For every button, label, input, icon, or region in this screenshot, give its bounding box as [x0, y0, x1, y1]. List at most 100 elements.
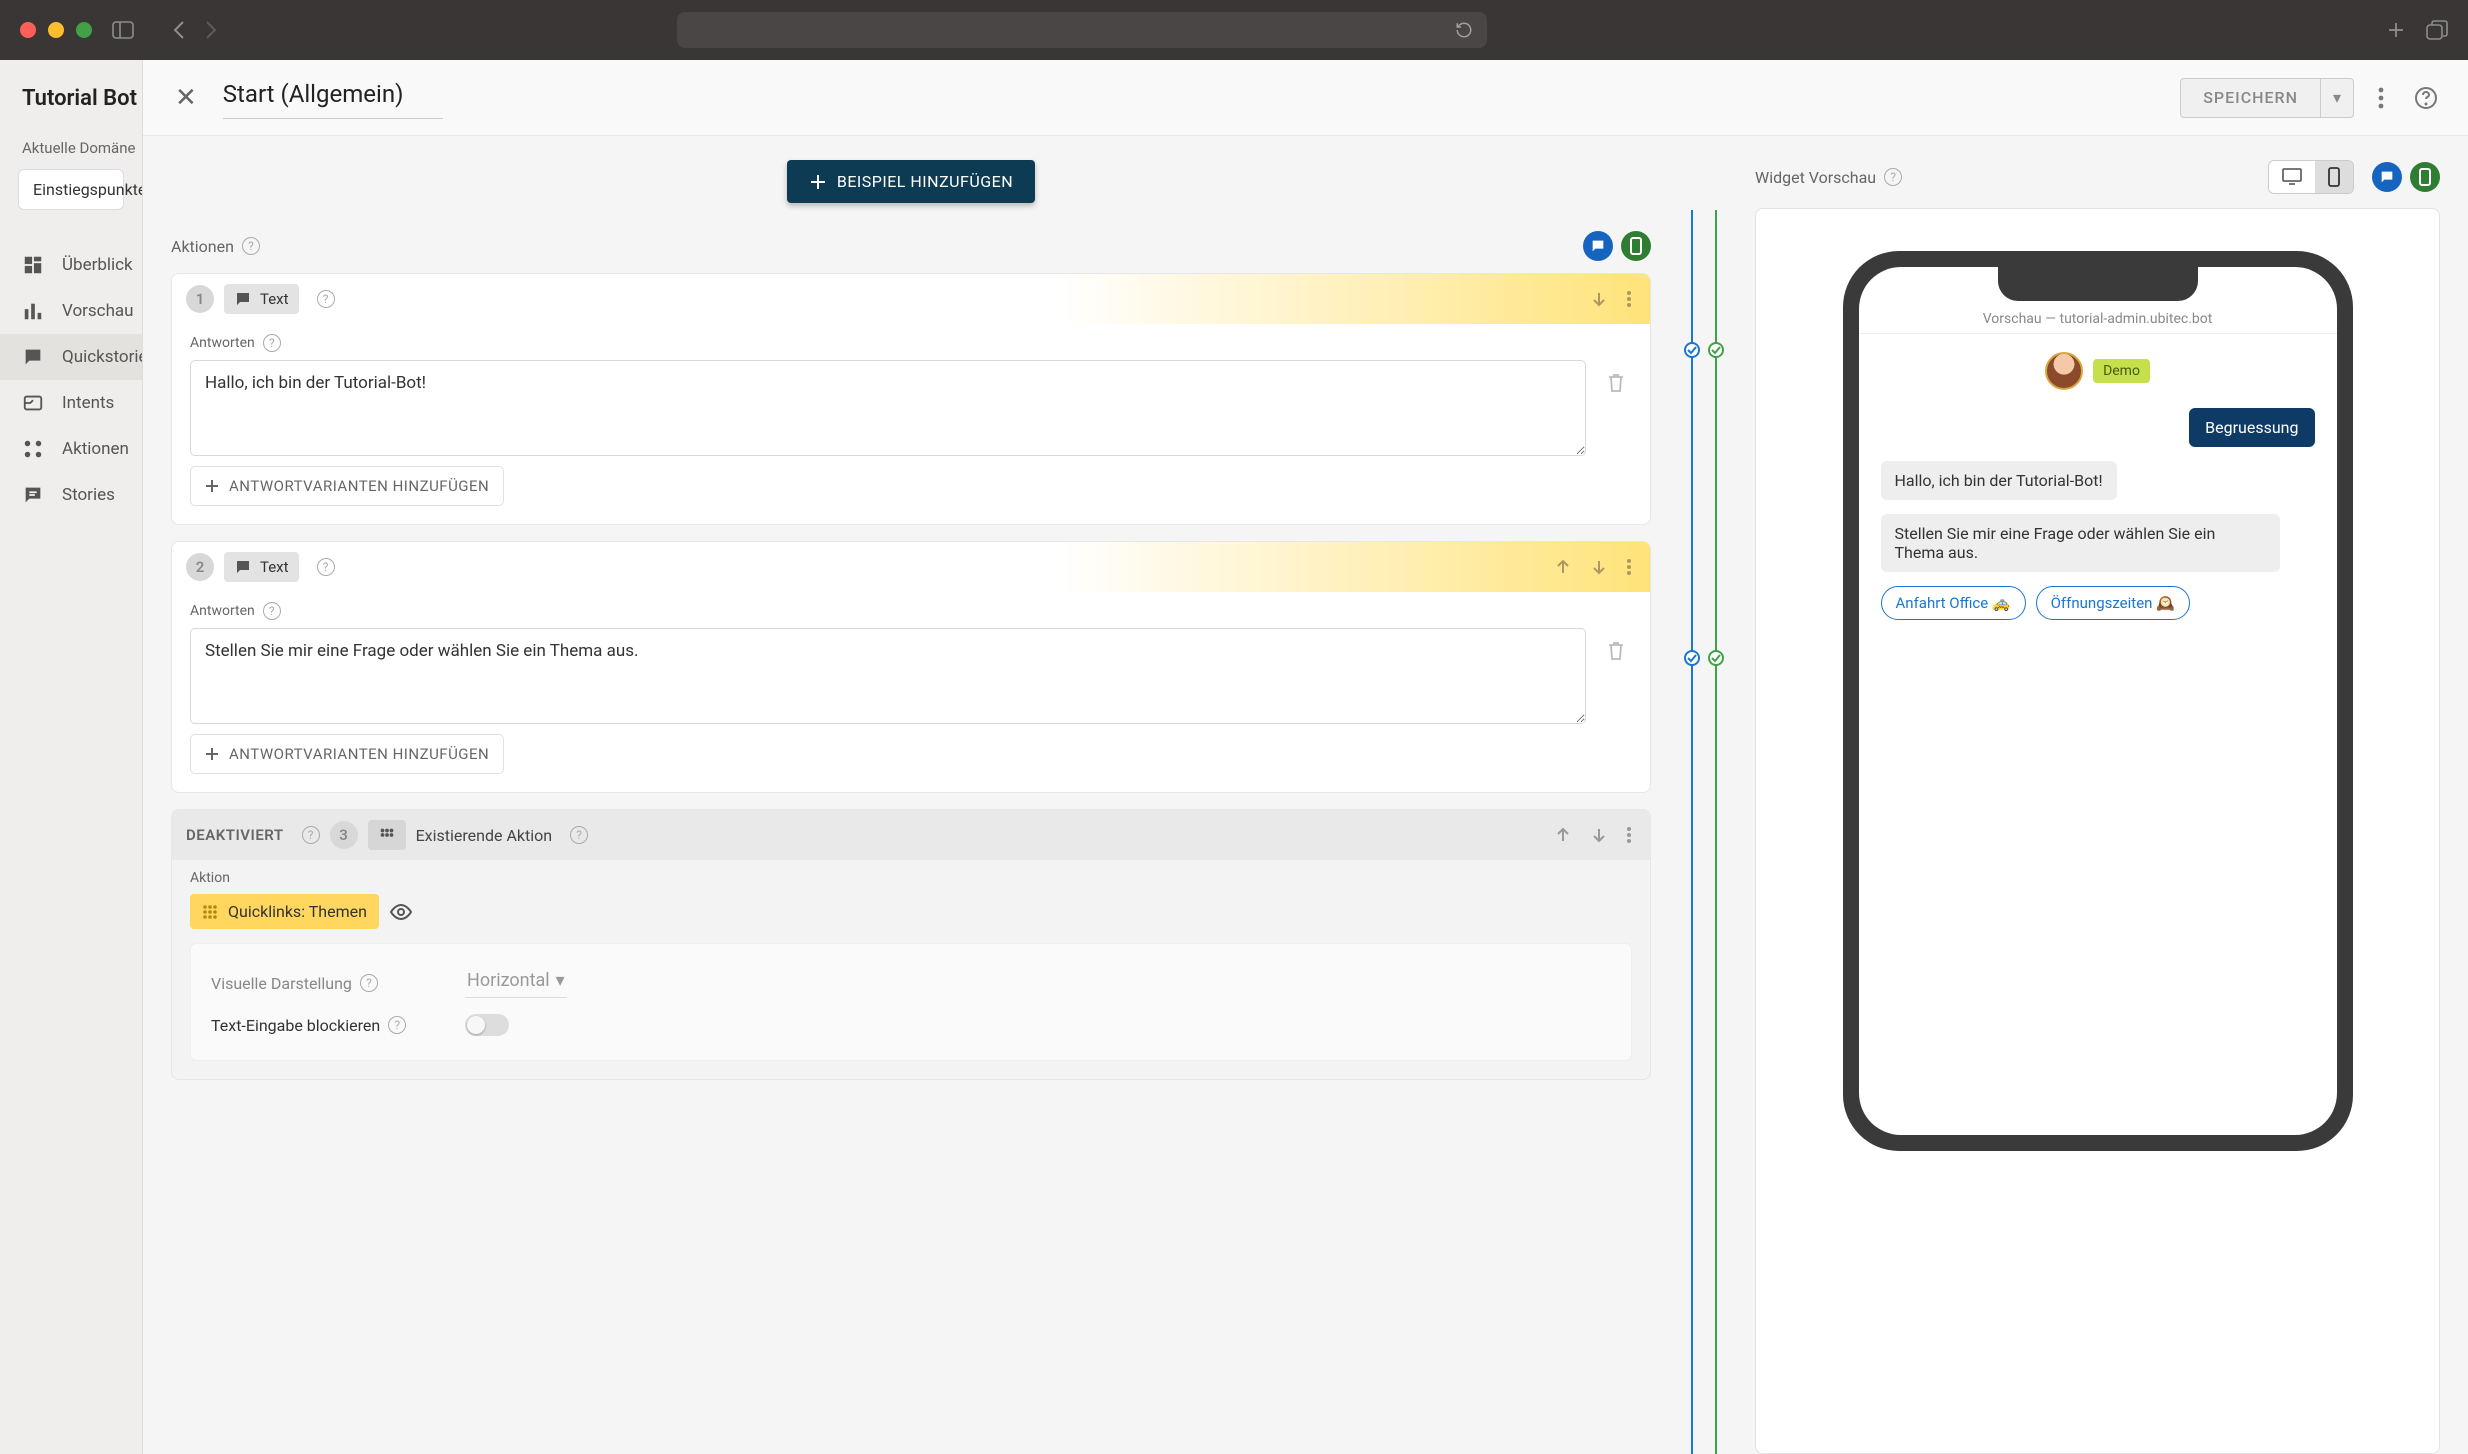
sidebar-label: Überblick [62, 255, 133, 275]
phone-notch [1998, 267, 2198, 301]
channel-chat-icon[interactable] [2372, 162, 2402, 192]
more-menu-icon[interactable] [2372, 81, 2390, 115]
sidebar-label: Intents [62, 393, 114, 413]
layout-dropdown[interactable]: Horizontal ▾ [465, 968, 567, 998]
mobile-view-button[interactable] [2315, 161, 2353, 193]
close-editor-button[interactable]: ✕ [167, 79, 205, 117]
sidebar-item-preview[interactable]: Vorschau [0, 288, 142, 334]
tabs-icon[interactable] [2426, 20, 2448, 40]
window-close[interactable] [20, 22, 36, 38]
move-down-icon[interactable] [1586, 554, 1612, 580]
entrypoints-pill[interactable]: Einstiegspunkte [18, 169, 124, 210]
move-down-icon[interactable] [1586, 286, 1612, 312]
app-sidebar: Tutorial Bot Aktuelle Domäne Einstiegspu… [0, 60, 143, 1454]
step-number: 3 [330, 821, 358, 849]
new-tab-icon[interactable] [2386, 20, 2406, 40]
text-icon [234, 290, 252, 308]
back-button[interactable] [172, 20, 186, 40]
visibility-icon[interactable] [389, 903, 413, 921]
action-type-chip[interactable] [368, 820, 406, 850]
quick-reply-anfahrt[interactable]: Anfahrt Office 🚕 [1881, 586, 2026, 620]
delete-answer-icon[interactable] [1600, 634, 1632, 668]
action-type-chip[interactable]: Text [224, 552, 299, 582]
channel-phone-icon[interactable] [2410, 162, 2440, 192]
bot-title: Tutorial Bot [0, 72, 142, 131]
move-up-icon[interactable] [1550, 554, 1576, 580]
add-example-button[interactable]: BEISPIEL HINZUFÜGEN [787, 160, 1035, 203]
help-icon[interactable]: ? [317, 558, 335, 576]
sidebar-label: Stories [62, 485, 115, 505]
quickstories-icon [22, 346, 44, 368]
help-icon[interactable]: ? [263, 602, 281, 620]
save-label: SPEICHERN [2181, 88, 2320, 107]
chart-icon [22, 300, 44, 322]
answer-textarea-2[interactable] [190, 628, 1586, 724]
channel-phone-icon[interactable] [1621, 231, 1651, 261]
delete-answer-icon[interactable] [1600, 366, 1632, 400]
block-input-toggle[interactable] [465, 1014, 509, 1036]
preview-column: Widget Vorschau ? Vorschau — tutorial-ad… [1755, 160, 2440, 1454]
help-icon[interactable]: ? [1884, 168, 1902, 186]
forward-button[interactable] [204, 20, 218, 40]
nav-buttons [172, 20, 218, 40]
move-up-icon[interactable] [1550, 822, 1576, 848]
sidebar-item-intents[interactable]: Intents [0, 380, 142, 426]
stories-icon [22, 484, 44, 506]
action-menu-icon[interactable] [1622, 822, 1636, 848]
action-head: 1 Text ? [172, 274, 1650, 324]
actions-icon [22, 438, 44, 460]
quick-replies: Anfahrt Office 🚕 Öffnungszeiten 🕰️ [1881, 586, 2315, 620]
quick-reply-oeffnungszeiten[interactable]: Öffnungszeiten 🕰️ [2036, 586, 2190, 620]
dashboard-icon [22, 254, 44, 276]
help-icon[interactable]: ? [263, 334, 281, 352]
story-title-input[interactable]: Start (Allgemein) [223, 76, 443, 119]
sidebar-item-stories[interactable]: Stories [0, 472, 142, 518]
help-icon[interactable] [2408, 80, 2444, 116]
sidebar-item-overview[interactable]: Überblick [0, 242, 142, 288]
help-icon[interactable]: ? [317, 290, 335, 308]
url-bar[interactable] [677, 12, 1487, 48]
help-icon[interactable]: ? [570, 826, 588, 844]
add-variant-button[interactable]: ANTWORTVARIANTEN HINZUFÜGEN [190, 734, 504, 774]
device-toggle [2268, 160, 2354, 194]
action-menu-icon[interactable] [1622, 286, 1636, 312]
action-card-disabled: DEAKTIVIERT ? 3 Existierende Aktion ? [171, 809, 1651, 1080]
help-icon[interactable]: ? [302, 826, 320, 844]
channel-chat-icon[interactable] [1583, 231, 1613, 261]
config-panel: Visuelle Darstellung ? Horizontal ▾ Text… [190, 943, 1632, 1061]
plus-icon [205, 747, 219, 761]
action-menu-icon[interactable] [1622, 554, 1636, 580]
answers-label: Antworten [190, 603, 255, 619]
actions-label: Aktionen [171, 237, 234, 256]
grid-icon [202, 904, 218, 920]
quicklinks-chip[interactable]: Quicklinks: Themen [190, 894, 379, 929]
save-dropdown-caret[interactable]: ▾ [2320, 79, 2353, 117]
reload-icon[interactable] [1455, 21, 1473, 39]
timeline-check-icon [1684, 342, 1700, 358]
add-variant-button[interactable]: ANTWORTVARIANTEN HINZUFÜGEN [190, 466, 504, 506]
move-down-icon[interactable] [1586, 822, 1612, 848]
channel-timeline [1679, 160, 1727, 1454]
grid-icon [378, 826, 396, 844]
action-type-chip[interactable]: Text [224, 284, 299, 314]
bot-header: Demo [1881, 352, 2315, 390]
help-icon[interactable]: ? [360, 974, 378, 992]
answer-textarea-1[interactable] [190, 360, 1586, 456]
help-icon[interactable]: ? [242, 237, 260, 255]
save-button[interactable]: SPEICHERN ▾ [2180, 78, 2354, 118]
sidebar-item-quickstories[interactable]: Quickstories [0, 334, 142, 380]
plus-icon [809, 173, 827, 191]
sidebar-toggle-icon[interactable] [112, 21, 134, 39]
action-head: 2 Text ? [172, 542, 1650, 592]
blockitten-input-label: Text-Eingabe blockieren [211, 1016, 380, 1035]
sidebar-label: Quickstories [62, 347, 143, 367]
help-icon[interactable]: ? [388, 1016, 406, 1034]
window-zoom[interactable] [76, 22, 92, 38]
action-head: DEAKTIVIERT ? 3 Existierende Aktion ? [172, 810, 1650, 860]
text-icon [234, 558, 252, 576]
sidebar-item-actions[interactable]: Aktionen [0, 426, 142, 472]
visual-layout-label: Visuelle Darstellung [211, 974, 352, 993]
window-minimize[interactable] [48, 22, 64, 38]
desktop-view-button[interactable] [2269, 161, 2315, 193]
action-card-2: 2 Text ? Antworten? [171, 541, 1651, 793]
